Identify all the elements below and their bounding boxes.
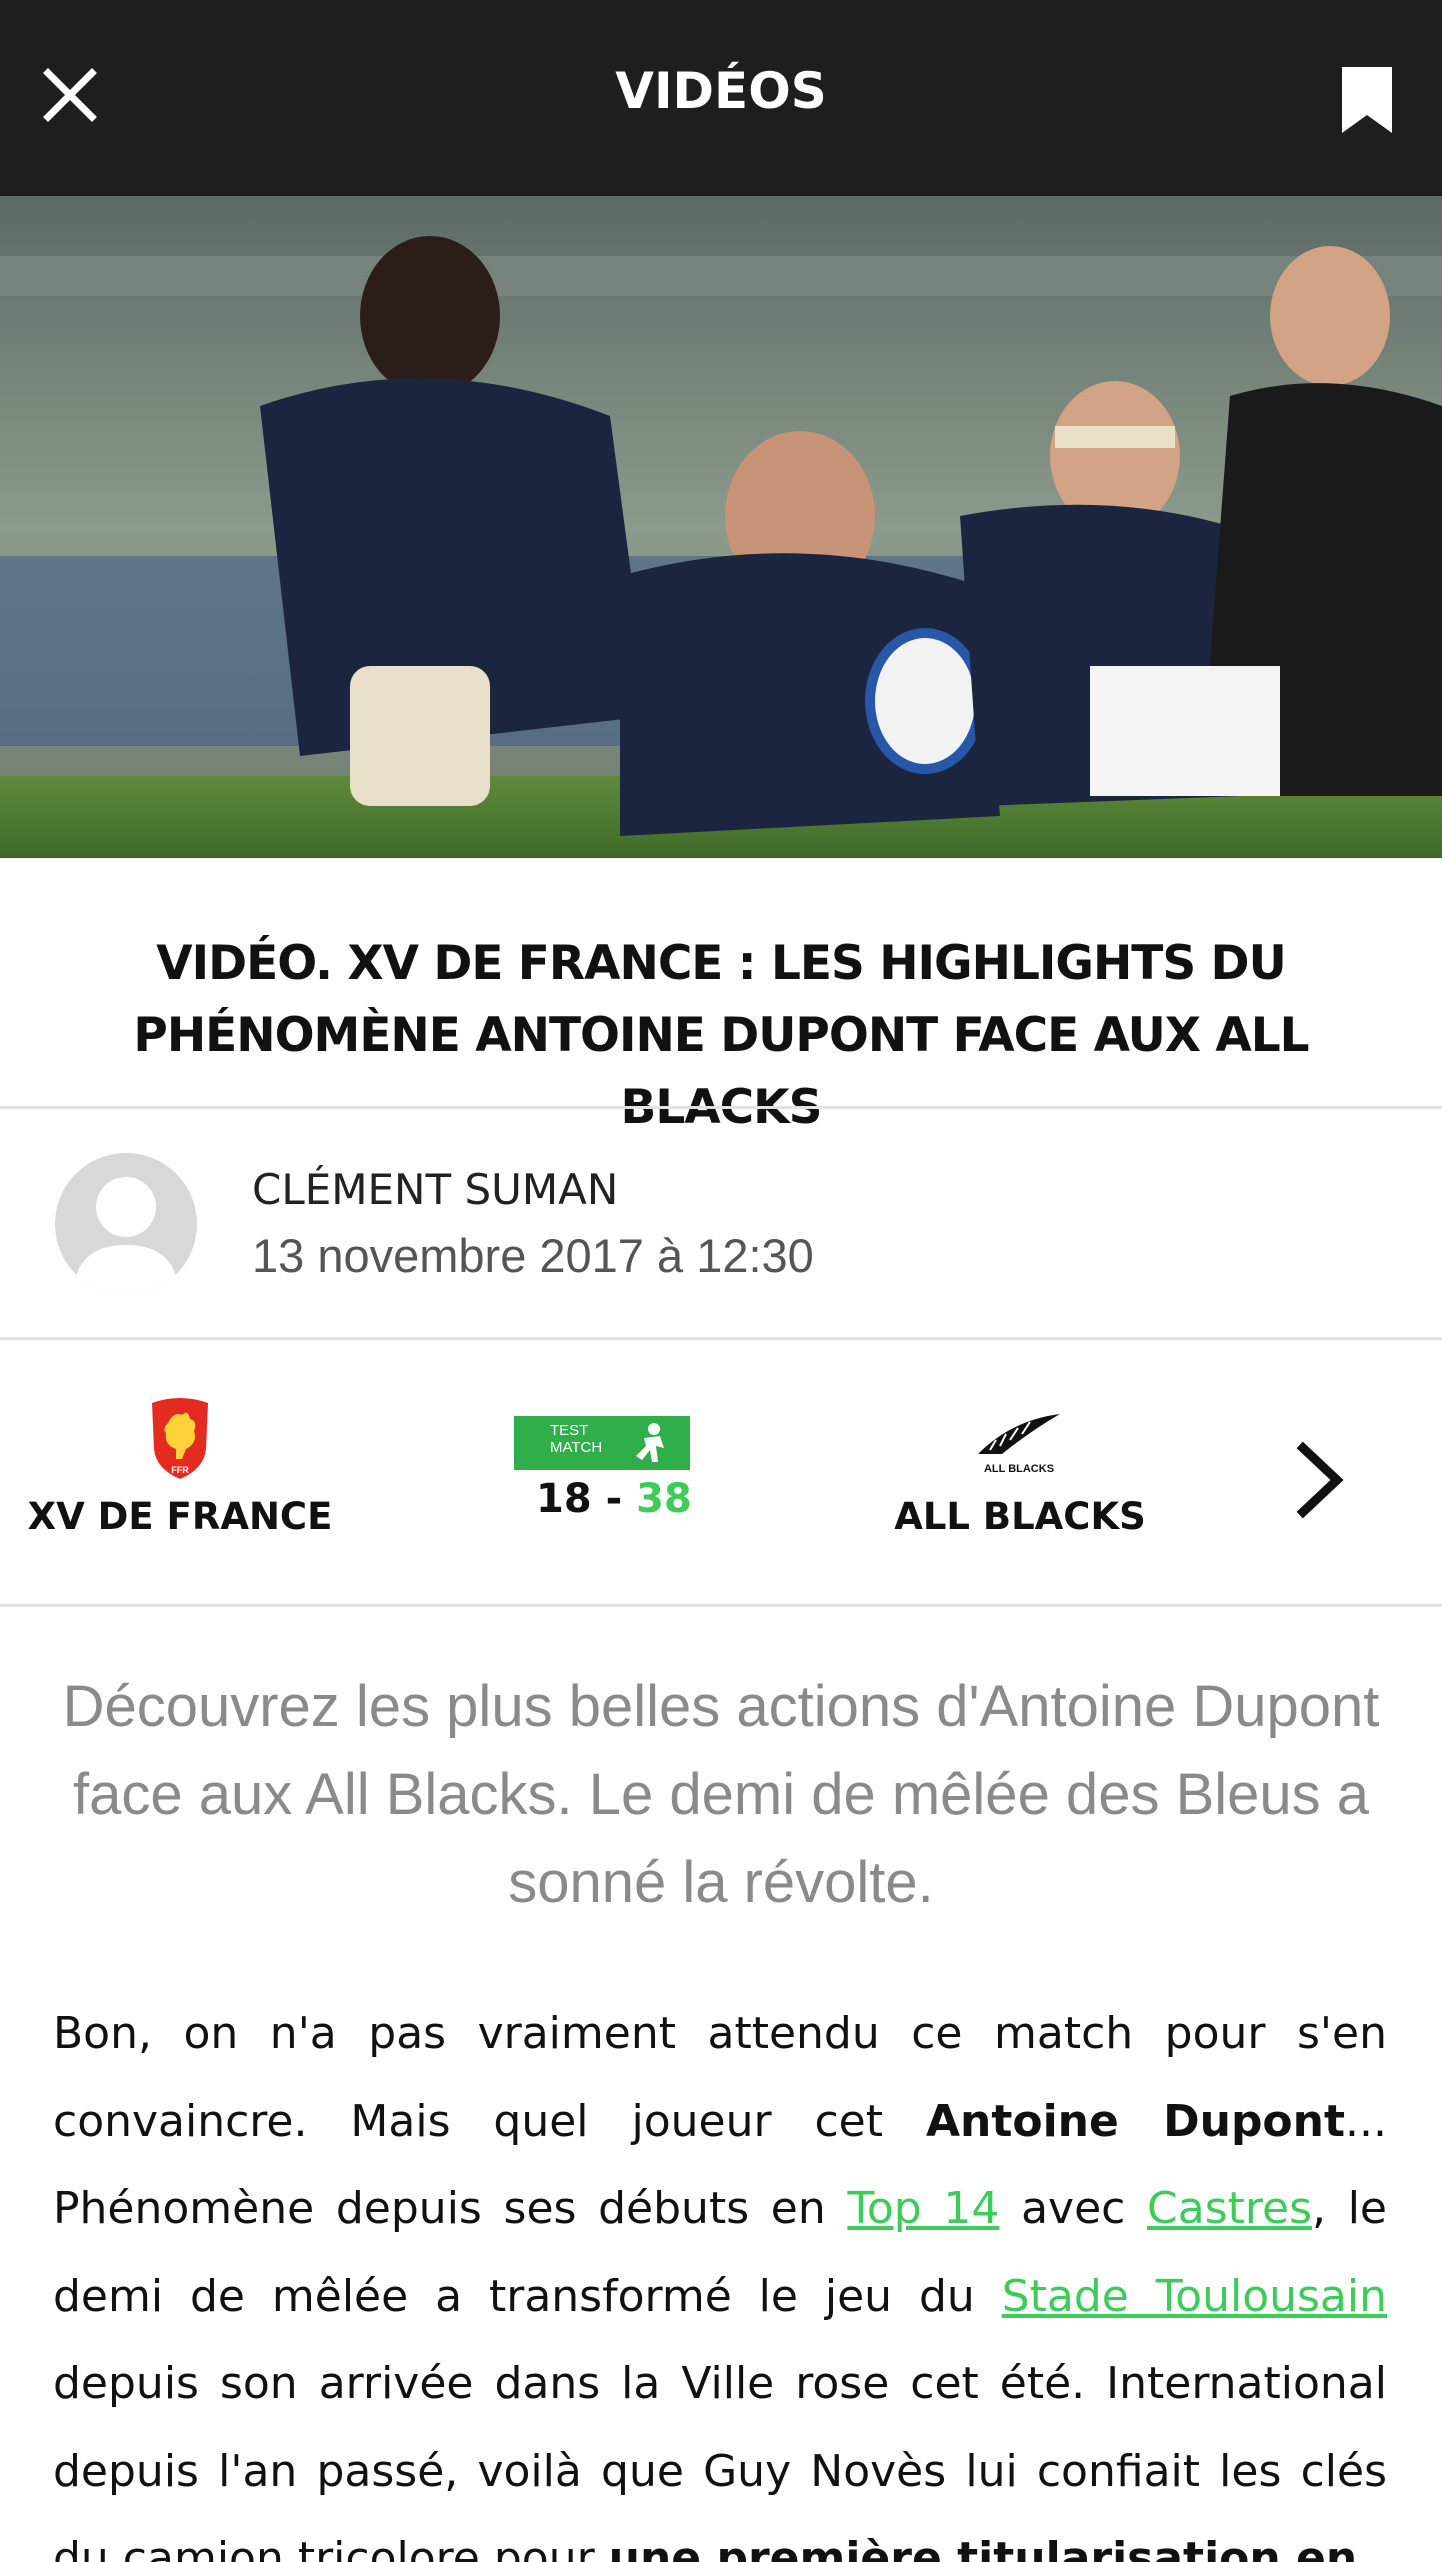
body-bold-text: une première titularisation en <box>608 2533 1358 2562</box>
bookmark-button[interactable] <box>1322 55 1412 145</box>
home-logo-text: FFR <box>171 1465 189 1475</box>
home-team-name[interactable]: XV DE FRANCE <box>28 1495 333 1538</box>
match-score: 18 - 38 <box>536 1476 692 1522</box>
competition-badge: TEST MATCH <box>514 1416 690 1470</box>
ffr-rooster-logo-icon: FFR <box>152 1398 208 1479</box>
match-details-button[interactable] <box>1285 1440 1355 1520</box>
publish-date: 13 novembre 2017 à 12:30 <box>252 1229 814 1282</box>
article-title: VIDÉO. XV DE FRANCE : LES HIGHLIGHTS DU … <box>40 928 1402 1144</box>
body-bold-text: Antoine Dupont <box>925 2095 1346 2147</box>
rugby-player-icon <box>636 1423 664 1462</box>
chevron-right-icon <box>1296 1441 1344 1519</box>
away-logo-text: ALL BLACKS <box>984 1463 1054 1475</box>
author-name[interactable]: CLÉMENT SUMAN <box>252 1165 618 1214</box>
top-bar: VIDÉOS <box>0 0 1442 196</box>
silver-fern-logo-icon: ALL BLACKS <box>978 1414 1060 1475</box>
away-team-name[interactable]: ALL BLACKS <box>894 1495 1146 1538</box>
bookmark-icon <box>1342 67 1392 133</box>
article-title-line: PHÉNOMÈNE ANTOINE DUPONT FACE AUX ALL BL… <box>133 1008 1309 1135</box>
home-score: 18 <box>536 1476 592 1522</box>
hero-image <box>0 196 1442 858</box>
hero-video-thumbnail[interactable] <box>0 196 1442 858</box>
article-lead: Découvrez les plus belles actions d'Anto… <box>62 1674 1380 1915</box>
article-screen: VIDÉOS VIDÉO. XV DE FRANCE: LES HIGHLIG… <box>0 0 1442 2562</box>
article-title-line: VIDÉO. XV DE FRANCE : LES HIGHLIGHTS DU <box>156 936 1287 991</box>
link-stade-toulousain[interactable]: Stade Toulousain <box>1002 2271 1387 2322</box>
divider <box>0 1337 1442 1340</box>
score-separator: - <box>591 1476 637 1522</box>
link-top-14[interactable]: Top 14 <box>847 2183 999 2234</box>
divider <box>0 1604 1442 1607</box>
author-avatar[interactable] <box>55 1153 197 1295</box>
body-text: depuis son arrivée dans la Ville rose ce… <box>53 2358 1387 2562</box>
article-body: Bon, on n'a pas vraiment attendu ce matc… <box>53 1990 1387 2562</box>
away-score: 38 <box>636 1476 692 1522</box>
default-avatar-icon <box>73 1177 179 1295</box>
body-text: avec <box>999 2183 1148 2234</box>
divider <box>0 1106 1442 1109</box>
link-castres[interactable]: Castres <box>1147 2183 1312 2234</box>
page-title: VIDÉOS <box>615 62 827 120</box>
